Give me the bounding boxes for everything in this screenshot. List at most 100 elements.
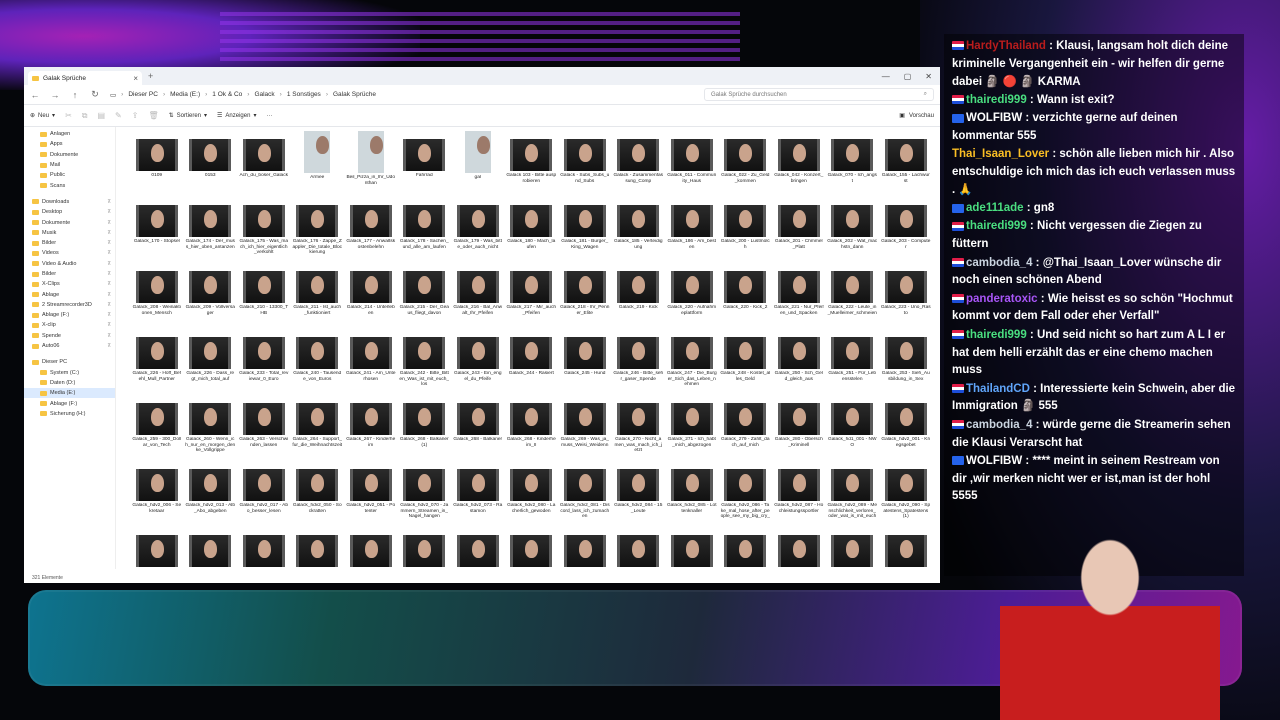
up-icon[interactable]: ↑ xyxy=(70,90,80,100)
sidebar-item[interactable]: Daten (D:) xyxy=(24,378,115,388)
file-item[interactable]: Galack_226 - Hoff_Befehl_Mull_Partner xyxy=(130,329,184,395)
file-item[interactable]: Galack_244 - Rasiert xyxy=(505,329,559,395)
file-item[interactable]: Galack_220 - Kick_2 xyxy=(719,263,773,329)
sidebar-item[interactable]: Scans xyxy=(24,180,115,190)
address-bar[interactable]: ▭ › Dieser PC › Media (E:) › 1 Ok & Co › Ga… xyxy=(110,88,650,102)
file-item[interactable]: Galack_hdv2_013 - Alb_Abo_abgeben xyxy=(184,461,238,527)
file-item[interactable]: Galack_267 - Kinderheim xyxy=(344,395,398,461)
refresh-icon[interactable]: ↻ xyxy=(90,89,100,100)
sidebar-item[interactable]: Anlagen xyxy=(24,129,115,139)
breadcrumb-item[interactable]: Dieser PC xyxy=(128,91,158,98)
file-item[interactable]: Galack_202 - Wat_machstn_dann xyxy=(826,197,880,263)
file-item[interactable]: Galack_070 - Ich_angst xyxy=(826,131,880,197)
file-item[interactable]: Galack_209 - Vollversager xyxy=(184,263,238,329)
file-item[interactable]: Galack_220 - Aufnahmeplattform xyxy=(665,263,719,329)
file-item[interactable] xyxy=(398,527,452,569)
file-item[interactable]: Galack_hdv2_017 - Abo_besser_lesen xyxy=(237,461,291,527)
file-item[interactable]: Galack_hdv2_086 - Take_mal_hose_after_pe… xyxy=(719,461,773,527)
file-item[interactable]: Galack_hdv2_081 - Discord_lass_ich_zumac… xyxy=(558,461,612,527)
sidebar-item[interactable]: Ablage (F:) xyxy=(24,398,115,408)
paste-icon[interactable]: ▤ xyxy=(97,111,105,120)
sidebar-item[interactable]: Videos ⊼ xyxy=(24,248,115,258)
file-item[interactable]: Galack_hdv2_084 - 15_Leute xyxy=(612,461,666,527)
file-item[interactable]: Galack_175 - Was_mach_ich_hier_eigentlic… xyxy=(237,197,291,263)
file-item[interactable]: Galack_280 - Obersch_Kriminell xyxy=(772,395,826,461)
file-item[interactable]: Galack_215 - Der_Geaus_fliegt_davon xyxy=(398,263,452,329)
file-item[interactable]: Galack_268 - Balkaner (1) xyxy=(398,395,452,461)
sidebar-item[interactable]: Apps xyxy=(24,139,115,149)
file-item[interactable]: Galack_hdv2_070 - Jammern_Streamen_in_Na… xyxy=(398,461,452,527)
file-item[interactable]: Galack_210 - 13300_THB xyxy=(237,263,291,329)
file-item[interactable] xyxy=(344,527,398,569)
file-item[interactable]: Galack_170 - Stopsel xyxy=(130,197,184,263)
file-item[interactable] xyxy=(184,527,238,569)
sidebar-item[interactable]: 2 Streamrecorder3D ⊼ xyxy=(24,300,115,310)
file-item[interactable]: Galack_248 - Kostet_alles_Geld xyxy=(719,329,773,395)
breadcrumb-item[interactable]: 1 Sonstiges xyxy=(287,91,321,98)
file-item[interactable]: Galack_178 - Sachen_und_alle_am_laufen xyxy=(398,197,452,263)
breadcrumb-item[interactable]: 1 Ok & Co xyxy=(212,91,242,98)
file-item[interactable]: Fahrrad xyxy=(398,131,452,197)
new-button[interactable]: ⊕ Neu ▾ xyxy=(30,112,55,120)
file-item[interactable]: Beil_Pizza_in_Ihr_Udonthan xyxy=(344,131,398,197)
file-item[interactable]: Galack_011 - Community_Haus xyxy=(665,131,719,197)
file-item[interactable]: Galack_hd1_001 - NWO xyxy=(826,395,880,461)
search-input[interactable]: Galak Sprüche durchsuchen ⌕ xyxy=(704,88,934,101)
file-item[interactable]: Galack_hdv2_090 - Spatestens_Spatestens … xyxy=(879,461,933,527)
breadcrumb-item[interactable]: Galack xyxy=(254,91,274,98)
file-item[interactable]: Galack_hdv2_051 - Potenter xyxy=(344,461,398,527)
file-item[interactable] xyxy=(291,527,345,569)
file-item[interactable]: Galack_242 - Bitte_Bitten_Was_ist_mit_eu… xyxy=(398,329,452,395)
file-item[interactable]: Galack_hdv2_001 - Kriegsgebet xyxy=(879,395,933,461)
file-item[interactable]: Galack_hdv2_006 - Sekretaar xyxy=(130,461,184,527)
file-item[interactable]: Galack_270 - Nicht_amen_was_mach_ich_jet… xyxy=(612,395,666,461)
sidebar-item[interactable]: Ablage ⊼ xyxy=(24,289,115,299)
file-item[interactable]: Galack_179 - Was_bitte_oder_auch_nicht xyxy=(451,197,505,263)
sidebar-item[interactable]: Media (E:) xyxy=(24,388,115,399)
sidebar-item[interactable]: Dokumente xyxy=(24,150,115,160)
file-item[interactable] xyxy=(665,527,719,569)
file-item[interactable]: Galack_181 - Burger_King_Wagen xyxy=(558,197,612,263)
file-item[interactable]: Ach_du_boser_Galack xyxy=(237,131,291,197)
new-tab-icon[interactable]: + xyxy=(148,71,153,81)
file-item[interactable]: Galack_217 - Mir_auch_Pfeifen xyxy=(505,263,559,329)
preview-button[interactable]: ▣ Vorschau xyxy=(899,112,934,120)
file-item[interactable]: Galack_219 - Kick xyxy=(612,263,666,329)
file-item[interactable]: Galack_241 - Am_Unterhosen xyxy=(344,329,398,395)
file-item[interactable]: Galack_250 - Sch_Geld_gleich_aus xyxy=(772,329,826,395)
sidebar-item[interactable]: Downloads ⊼ xyxy=(24,197,115,207)
sidebar-item[interactable]: Public xyxy=(24,170,115,180)
sidebar-item[interactable]: Desktop ⊼ xyxy=(24,207,115,217)
file-item[interactable] xyxy=(558,527,612,569)
close-tab-icon[interactable]: × xyxy=(133,74,138,83)
file-item[interactable]: Galack_185 - Verteidigung xyxy=(612,197,666,263)
file-item[interactable]: Galack_176 - Zappe_Zappler_Die_totale_Bl… xyxy=(291,197,345,263)
file-item[interactable]: Galack_263 - Verschwinden_lassen xyxy=(237,395,291,461)
file-item[interactable] xyxy=(237,527,291,569)
file-item[interactable]: Galack_174 - Der_muss_hier_oben_antanzen xyxy=(184,197,238,263)
file-item[interactable]: Galack_200 - Lustmolch xyxy=(719,197,773,263)
file-item[interactable]: Galack_268 - Balkaner xyxy=(451,395,505,461)
copy-icon[interactable]: ⧉ xyxy=(82,111,88,121)
sidebar-item[interactable]: Auto06 ⊼ xyxy=(24,341,115,351)
sidebar-item[interactable]: Musik ⊼ xyxy=(24,228,115,238)
file-item[interactable] xyxy=(505,527,559,569)
file-item[interactable]: 0109 xyxy=(130,131,184,197)
delete-icon[interactable]: 🗑 xyxy=(148,111,158,120)
sidebar-item[interactable]: Mail xyxy=(24,160,115,170)
file-item[interactable]: Galack_268 - Kinderheim_II xyxy=(505,395,559,461)
file-item[interactable]: Galack_260 - Wenn_ich_nur_en_morgen_denk… xyxy=(184,395,238,461)
file-item[interactable] xyxy=(719,527,773,569)
maximize-icon[interactable]: ▢ xyxy=(904,72,912,81)
file-item[interactable]: Galack_233 - Total_reviewar_0_Euro xyxy=(237,329,291,395)
file-item[interactable]: Galack_221 - Nur_Pfeifen_und_Spacken xyxy=(772,263,826,329)
breadcrumb-item[interactable]: Galak Sprüche xyxy=(333,91,376,98)
file-item[interactable]: Galack_253 - Sieh_Ausbildung_in_Sex xyxy=(879,329,933,395)
file-item[interactable]: 0153 xyxy=(184,131,238,197)
file-item[interactable] xyxy=(772,527,826,569)
file-item[interactable]: Galack_180 - Mach_laufen xyxy=(505,197,559,263)
file-item[interactable]: Galack_042 - Konzert_bringen xyxy=(772,131,826,197)
minimize-icon[interactable]: — xyxy=(882,72,890,81)
rename-icon[interactable]: ✎ xyxy=(115,111,122,120)
sidebar-item[interactable]: Spende ⊼ xyxy=(24,331,115,341)
